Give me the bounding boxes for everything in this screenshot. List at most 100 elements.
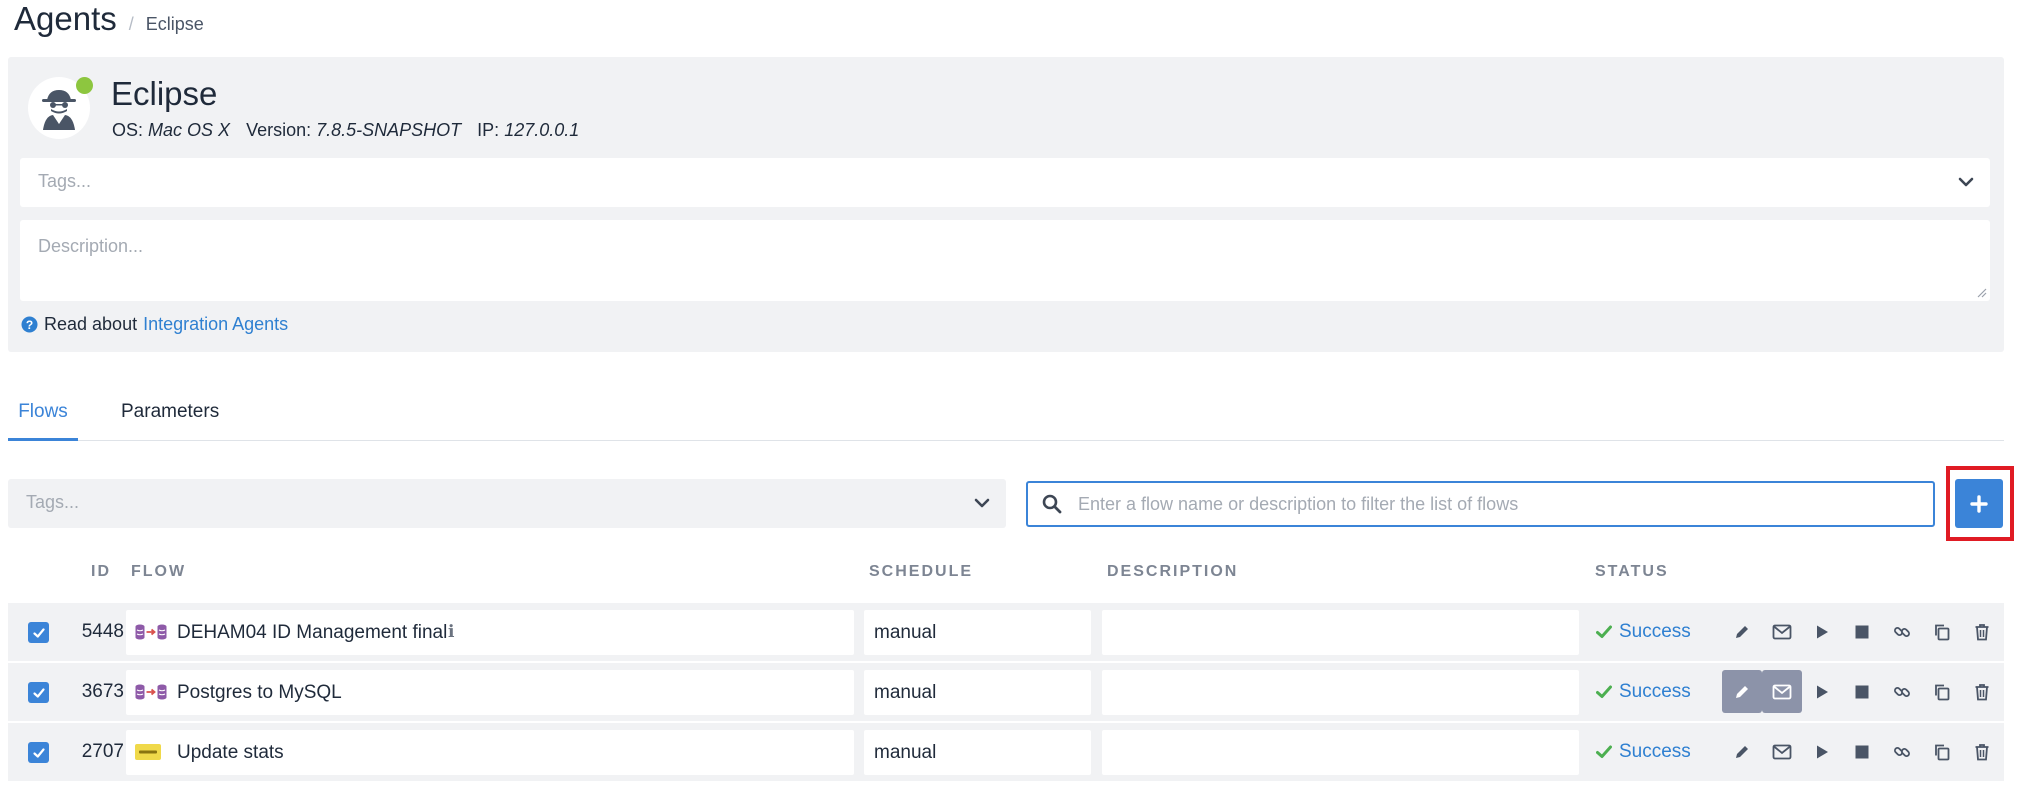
agent-tags-select[interactable]: Tags... [20,158,1990,207]
agent-os: OS: Mac OS X [112,120,230,141]
agent-version-label: Version: [246,120,312,140]
edit-button[interactable] [1722,730,1762,773]
email-button[interactable] [1762,610,1802,653]
delete-button[interactable] [1962,610,2002,653]
integration-agents-link[interactable]: Integration Agents [143,314,288,335]
breadcrumb-title[interactable]: Agents [14,0,117,38]
flow-name[interactable]: Update stats [177,742,284,764]
chevron-down-icon[interactable] [1956,172,1976,192]
agent-ip-label: IP: [477,120,500,140]
schedule-cell[interactable]: manual [864,610,1091,655]
row-checkbox[interactable] [28,622,49,643]
column-header-schedule[interactable]: SCHEDULE [869,563,973,581]
link-icon [1894,626,1910,637]
flow-cell[interactable]: DEHAM04 ID Management final ℹ [126,610,854,655]
delete-button[interactable] [1962,670,2002,713]
flow-id: 5448 [81,621,124,642]
read-about: ? Read about Integration Agents [21,314,288,335]
run-button[interactable] [1802,730,1842,773]
stop-button[interactable] [1842,670,1882,713]
flow-tags-placeholder: Tags... [26,492,80,512]
stop-button[interactable] [1842,610,1882,653]
link-icon [1894,686,1910,697]
pencil-icon [1736,745,1748,758]
flow-name[interactable]: DEHAM04 ID Management final [177,622,447,644]
column-header-status[interactable]: STATUS [1595,563,1669,581]
trash-icon [1975,623,1989,640]
delete-button[interactable] [1962,730,2002,773]
link-button[interactable] [1882,670,1922,713]
read-about-prefix: Read about [44,314,138,334]
agent-os-label: OS: [112,120,144,140]
breadcrumb: Agents / Eclipse [14,0,204,40]
schedule-value: manual [874,622,937,643]
copy-icon [1935,624,1950,640]
check-icon [1596,685,1612,698]
column-header-flow[interactable]: FLOW [131,563,186,581]
online-status-dot [76,77,93,94]
flow-name[interactable]: Postgres to MySQL [177,682,342,704]
status-text[interactable]: Success [1619,741,1691,763]
email-button[interactable] [1762,730,1802,773]
run-button[interactable] [1802,670,1842,713]
flow-cell[interactable]: Postgres to MySQL [126,670,854,715]
description-cell[interactable] [1102,670,1579,715]
svg-text:?: ? [26,318,33,332]
flow-tags-filter[interactable]: Tags... [8,479,1006,528]
envelope-icon [1772,744,1792,759]
status-text[interactable]: Success [1619,621,1691,643]
tab-parameters[interactable]: Parameters [121,401,219,441]
description-cell[interactable] [1102,730,1579,775]
checkmark-icon [32,747,45,758]
copy-button[interactable] [1922,670,1962,713]
search-icon [1042,494,1062,514]
trash-icon [1975,683,1989,700]
table-row[interactable]: 5448 DEHAM04 ID Management final ℹ manua… [8,603,2004,661]
edit-button[interactable] [1722,670,1762,713]
agent-ip-value: 127.0.0.1 [504,120,580,140]
chevron-down-icon[interactable] [972,493,992,513]
envelope-icon [1772,684,1792,699]
play-icon [1817,745,1828,758]
schedule-cell[interactable]: manual [864,730,1091,775]
row-checkbox[interactable] [28,742,49,763]
tab-flows[interactable]: Flows [8,401,78,441]
copy-icon [1935,684,1950,700]
checkmark-icon [32,687,45,698]
row-actions [1722,610,2002,655]
checkmark-icon [32,627,45,638]
flow-search-box [1026,481,1935,527]
column-header-id[interactable]: ID [91,563,111,581]
resize-grip-icon[interactable] [1975,286,1987,298]
agent-version: Version: 7.8.5-SNAPSHOT [246,120,461,141]
copy-button[interactable] [1922,730,1962,773]
description-cell[interactable] [1102,610,1579,655]
agent-version-value: 7.8.5-SNAPSHOT [316,120,462,140]
table-row[interactable]: 2707 Update stats manual Success [8,723,2004,781]
flow-search-input[interactable] [1078,489,1918,519]
agent-description-field[interactable]: Description... [20,220,1990,301]
run-button[interactable] [1802,610,1842,653]
email-button[interactable] [1762,670,1802,713]
link-button[interactable] [1882,730,1922,773]
pencil-icon [1736,625,1748,638]
link-button[interactable] [1882,610,1922,653]
flow-cell[interactable]: Update stats [126,730,854,775]
agent-meta: OS: Mac OS X Version: 7.8.5-SNAPSHOT IP:… [112,120,579,141]
status-badge: Success [1596,681,1691,703]
row-checkbox[interactable] [28,682,49,703]
status-text[interactable]: Success [1619,681,1691,703]
column-header-description[interactable]: DESCRIPTION [1107,563,1238,581]
schedule-cell[interactable]: manual [864,670,1091,715]
stop-button[interactable] [1842,730,1882,773]
breadcrumb-separator: / [128,14,134,34]
db-to-db-icon [135,624,167,640]
copy-button[interactable] [1922,610,1962,653]
agent-name: Eclipse [111,75,218,112]
table-row[interactable]: 3673 Postgres to MySQL manual Success [8,663,2004,721]
status-badge: Success [1596,621,1691,643]
edit-button[interactable] [1722,610,1762,653]
flow-id: 2707 [81,741,124,762]
agent-description-placeholder: Description... [38,236,144,256]
info-icon[interactable]: ℹ [448,622,454,642]
